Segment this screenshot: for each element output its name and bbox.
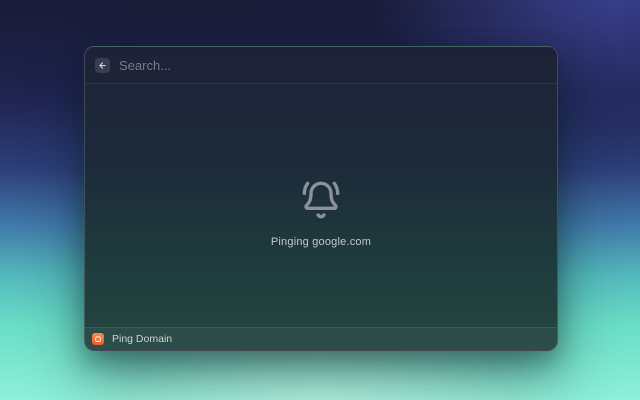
back-arrow-icon (98, 61, 107, 70)
back-button[interactable] (95, 57, 110, 73)
launcher-window: Pinging google.com Ping Domain (84, 46, 558, 351)
bell-ring-icon (301, 180, 341, 220)
empty-state-area: Pinging google.com (85, 84, 557, 327)
search-input[interactable] (119, 57, 547, 73)
status-message: Pinging google.com (270, 235, 372, 248)
extension-name-label: Ping Domain (112, 333, 173, 345)
search-bar (85, 47, 557, 84)
footer-action-bar: Ping Domain (85, 327, 557, 350)
ping-extension-icon (92, 333, 104, 345)
